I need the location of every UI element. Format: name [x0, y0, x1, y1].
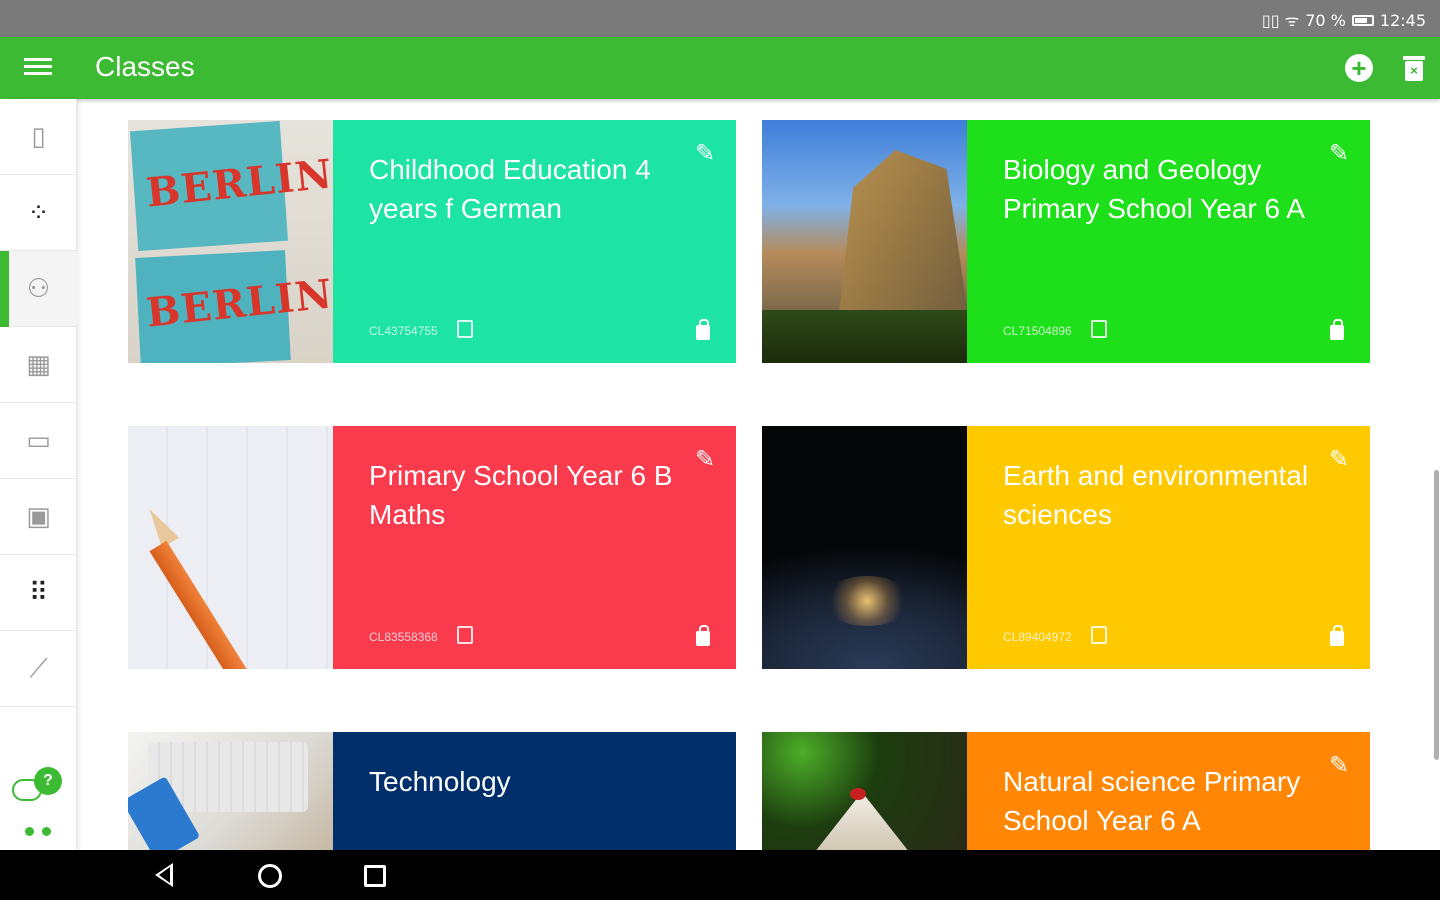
- class-panel: Childhood Education 4 years f German ✎ C…: [333, 120, 736, 363]
- chat-icon: ▭: [26, 425, 51, 456]
- battery-icon: [1351, 14, 1374, 26]
- class-thumbnail: [762, 426, 967, 669]
- sidebar-item-classes[interactable]: ⚇: [0, 251, 77, 327]
- class-panel: Primary School Year 6 B Maths ✎ CL835583…: [333, 426, 736, 669]
- scrollbar[interactable]: [1434, 470, 1439, 760]
- edit-icon[interactable]: ✎: [1326, 752, 1352, 778]
- class-thumbnail: [762, 732, 967, 850]
- class-thumbnail: [128, 732, 333, 850]
- edit-icon[interactable]: ✎: [1326, 140, 1352, 166]
- signal-wifi-icon: ▯▯ ᯤ: [1261, 11, 1300, 30]
- class-card[interactable]: Technology: [128, 732, 736, 850]
- class-code: CL89404972: [1003, 630, 1072, 644]
- class-card[interactable]: Primary School Year 6 B Maths ✎ CL835583…: [128, 426, 736, 669]
- class-thumbnail: BERLIN BERLIN: [128, 120, 335, 363]
- class-title: Earth and environmental sciences: [1003, 460, 1309, 530]
- edit-icon[interactable]: ✎: [1326, 446, 1352, 472]
- sidebar-item-messages[interactable]: ▭: [0, 403, 77, 479]
- class-title: Biology and Geology Primary School Year …: [1003, 154, 1305, 224]
- lock-icon[interactable]: [696, 319, 710, 340]
- status-bar: ▯▯ ᯤ 70 % 12:45: [0, 0, 1440, 37]
- copy-icon[interactable]: [1091, 626, 1107, 644]
- class-panel: Technology: [333, 732, 736, 850]
- copy-icon[interactable]: [457, 320, 473, 338]
- trash-icon[interactable]: ×: [1403, 54, 1425, 82]
- sidebar-item-notebook[interactable]: ▯: [0, 99, 77, 175]
- class-panel: Biology and Geology Primary School Year …: [967, 120, 1370, 363]
- class-thumbnail: [762, 120, 972, 363]
- calendar-grid-icon: ▦: [26, 349, 51, 380]
- menu-icon[interactable]: [24, 54, 52, 82]
- more-dots-icon[interactable]: [25, 827, 51, 836]
- sidebar-item-calendar-grid[interactable]: ▦: [0, 327, 77, 403]
- page-title: Classes: [95, 51, 195, 82]
- edit-icon[interactable]: ✎: [692, 446, 718, 472]
- battery-percent: 70 %: [1305, 10, 1346, 30]
- help-badge: ?: [34, 767, 62, 795]
- status-indicators: ▯▯ ᯤ 70 % 12:45: [1262, 9, 1426, 31]
- class-title: Technology: [369, 766, 511, 797]
- system-nav-bar: [0, 850, 1440, 900]
- class-code: CL43754755: [369, 324, 438, 338]
- dot-grid-icon: ⁘: [27, 197, 50, 228]
- lock-icon[interactable]: [696, 625, 710, 646]
- class-title: Natural science Primary School Year 6 A: [1003, 766, 1301, 836]
- edit-icon[interactable]: ✎: [692, 140, 718, 166]
- class-thumbnail: [128, 426, 333, 669]
- class-title: Childhood Education 4 years f German: [369, 154, 651, 224]
- class-panel: Earth and environmental sciences ✎ CL894…: [967, 426, 1370, 669]
- sidebar-item-grid[interactable]: ⁘: [0, 175, 77, 251]
- apps-icon: ⠿: [28, 577, 49, 608]
- class-code: CL83558368: [369, 630, 438, 644]
- sidebar-item-stats[interactable]: ⟋: [0, 631, 77, 707]
- class-card[interactable]: Biology and Geology Primary School Year …: [762, 120, 1370, 363]
- help-chat-icon[interactable]: ?: [12, 767, 64, 807]
- class-panel: Natural science Primary School Year 6 A …: [967, 732, 1370, 850]
- app-bar: Classes + ×: [0, 37, 1440, 99]
- lock-icon[interactable]: [1330, 625, 1344, 646]
- add-class-button[interactable]: +: [1345, 54, 1373, 82]
- users-icon: ⚇: [26, 273, 51, 304]
- recent-apps-icon[interactable]: [364, 865, 386, 887]
- back-icon[interactable]: [155, 863, 173, 887]
- sidebar-item-schedule[interactable]: ▣: [0, 479, 77, 555]
- clock: 12:45: [1379, 10, 1426, 30]
- class-card[interactable]: BERLIN BERLIN Childhood Education 4 year…: [128, 120, 736, 363]
- class-title: Primary School Year 6 B Maths: [369, 460, 673, 530]
- class-code: CL71504896: [1003, 324, 1072, 338]
- sidebar: ▯ ⁘ ⚇ ▦ ▭ ▣ ⠿ ⟋ ?: [0, 99, 77, 850]
- copy-icon[interactable]: [457, 626, 473, 644]
- notebook-icon: ▯: [31, 121, 46, 152]
- copy-icon[interactable]: [1091, 320, 1107, 338]
- home-icon[interactable]: [258, 864, 282, 888]
- sidebar-item-apps[interactable]: ⠿: [0, 555, 77, 631]
- trend-icon: ⟋: [29, 653, 48, 684]
- lock-icon[interactable]: [1330, 319, 1344, 340]
- calendar-icon: ▣: [26, 501, 51, 532]
- class-card[interactable]: Natural science Primary School Year 6 A …: [762, 732, 1370, 850]
- class-card[interactable]: Earth and environmental sciences ✎ CL894…: [762, 426, 1370, 669]
